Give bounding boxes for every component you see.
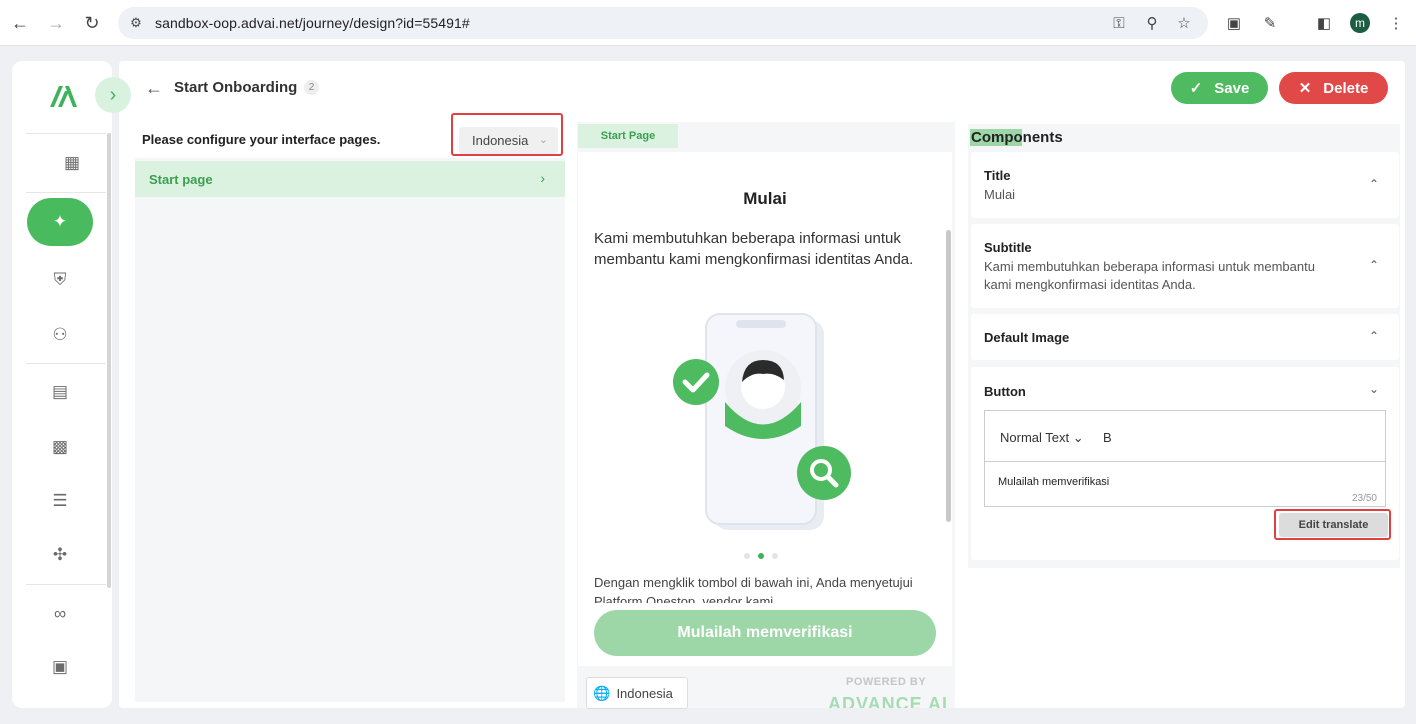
carousel-dot[interactable] <box>772 553 778 559</box>
users-icon[interactable]: ⚇ <box>27 311 93 359</box>
verification-illustration <box>673 313 851 530</box>
preview-language-select[interactable]: 🌐 Indonesia <box>586 677 688 709</box>
sidebar-divider <box>26 133 106 134</box>
chevron-up-icon[interactable]: ⌃ <box>1369 329 1379 343</box>
list-icon[interactable]: ☰ <box>27 477 93 525</box>
editor-content[interactable]: Mulailah memverifikasi <box>998 476 1109 488</box>
config-label: Please configure your interface pages. <box>142 132 381 147</box>
journey-icon[interactable]: ✦ <box>27 198 93 246</box>
workflow-icon[interactable]: ✣ <box>27 531 93 579</box>
delete-button[interactable]: ✕ Delete <box>1279 72 1388 104</box>
powered-by-label: POWERED BY <box>846 676 927 688</box>
close-icon: ✕ <box>1298 80 1312 97</box>
char-count: 23/50 <box>1351 493 1377 504</box>
reload-icon[interactable]: ↻ <box>80 11 104 35</box>
card-title-value: Mulai <box>984 187 1016 202</box>
card-title-label: Title <box>984 168 1011 183</box>
preview-language-label: Indonesia <box>616 685 673 701</box>
components-heading: Components <box>971 129 1063 146</box>
chevron-up-icon[interactable]: ⌃ <box>1369 177 1379 191</box>
sidebar-divider <box>26 363 106 364</box>
save-label: Save <box>1214 79 1250 97</box>
page-list-item-start[interactable]: Start page › <box>135 161 565 197</box>
preview-tab[interactable]: Start Page <box>578 124 678 148</box>
component-card-subtitle[interactable]: Subtitle Kami membutuhkan beberapa infor… <box>971 224 1399 308</box>
bold-button[interactable]: B <box>1103 430 1112 445</box>
dashboard-icon[interactable]: ▦ <box>39 139 105 187</box>
link-icon[interactable]: ∞ <box>27 590 93 638</box>
zoom-icon[interactable]: ⚲ <box>1142 13 1162 33</box>
browser-toolbar: ← → ↻ ⚙ sandbox-oop.advai.net/journey/de… <box>0 0 1416 46</box>
app-sidebar: ▦ ✦ ⛨ ⚇ ▤ ▩ ☰ ✣ ∞ ▣ <box>12 61 112 708</box>
carousel-dot[interactable] <box>744 553 750 559</box>
text-format-label: Normal Text <box>1000 430 1070 445</box>
address-bar[interactable]: ⚙ sandbox-oop.advai.net/journey/design?i… <box>118 7 1208 39</box>
forward-icon[interactable]: → <box>44 11 68 35</box>
editor-toolbar: Normal Text ⌄ B <box>985 411 1385 462</box>
extension-tab-icon[interactable]: ▣ <box>1222 11 1246 35</box>
version-badge: 2 <box>304 80 319 95</box>
sidebar-divider <box>26 192 106 193</box>
sidebar-toggle-button[interactable]: › <box>95 77 131 113</box>
button-text-editor[interactable]: Normal Text ⌄ B Mulailah memverifikasi 2… <box>984 410 1386 507</box>
chevron-up-icon[interactable]: ⌃ <box>1369 258 1379 272</box>
back-icon[interactable]: ← <box>8 11 32 35</box>
preview-consent-text: Dengan mengklik tombol di bawah ini, And… <box>594 575 913 603</box>
key-icon[interactable]: ⚿ <box>1109 13 1129 33</box>
extension-icon[interactable]: ✎ <box>1258 11 1282 35</box>
page-list-item-label: Start page <box>149 172 213 187</box>
card-image-label: Default Image <box>984 330 1070 345</box>
component-card-image[interactable]: Default Image ⌃ <box>971 314 1399 360</box>
save-button[interactable]: ✓ Save <box>1171 72 1268 104</box>
chevron-down-icon[interactable]: ⌄ <box>1369 382 1379 396</box>
preview-title: Mulai <box>743 189 787 208</box>
preview-subtitle: Kami membutuhkan beberapa informasi untu… <box>594 230 914 268</box>
highlight-box <box>451 113 563 156</box>
preview-scrollbar[interactable] <box>946 230 951 522</box>
menu-icon[interactable]: ⋮ <box>1384 11 1408 35</box>
card-subtitle-value: Kami membutuhkan beberapa informasi untu… <box>984 259 1315 292</box>
card-subtitle-label: Subtitle <box>984 240 1032 255</box>
card-button-label: Button <box>984 384 1026 399</box>
chevron-right-icon: › <box>540 170 545 186</box>
component-card-title[interactable]: Title Mulai ⌃ <box>971 152 1399 218</box>
document-icon[interactable]: ▤ <box>27 368 93 416</box>
check-icon: ✓ <box>1189 80 1203 97</box>
back-arrow-icon[interactable]: ← <box>144 78 164 98</box>
star-icon[interactable]: ☆ <box>1174 13 1194 33</box>
apps-icon[interactable]: ▣ <box>27 643 93 691</box>
shield-icon[interactable]: ⛨ <box>27 256 93 304</box>
sidebar-icon[interactable]: ◧ <box>1312 11 1336 35</box>
profile-avatar[interactable]: m <box>1350 13 1370 33</box>
carousel-dot-active[interactable] <box>758 553 764 559</box>
calculator-icon[interactable]: ▩ <box>27 423 93 471</box>
highlight-box <box>1274 509 1391 540</box>
page-title: Start Onboarding <box>174 79 298 96</box>
text-format-dropdown[interactable]: Normal Text ⌄ <box>1000 430 1084 446</box>
site-settings-icon[interactable]: ⚙ <box>126 13 146 33</box>
brand-logo-text: ADVANCE AI <box>828 694 949 708</box>
sidebar-scrollbar[interactable] <box>107 133 111 588</box>
phone-preview: Mulai Kami membutuhkan beberapa informas… <box>578 152 952 666</box>
pages-panel <box>135 122 565 702</box>
globe-icon: 🌐 <box>593 684 611 701</box>
url-text[interactable]: sandbox-oop.advai.net/journey/design?id=… <box>155 15 470 31</box>
delete-label: Delete <box>1323 79 1369 97</box>
carousel-dots[interactable] <box>744 553 778 559</box>
advance-logo[interactable] <box>48 83 78 109</box>
preview-verify-button[interactable]: Mulailah memverifikasi <box>594 610 936 656</box>
sidebar-divider <box>26 584 106 585</box>
